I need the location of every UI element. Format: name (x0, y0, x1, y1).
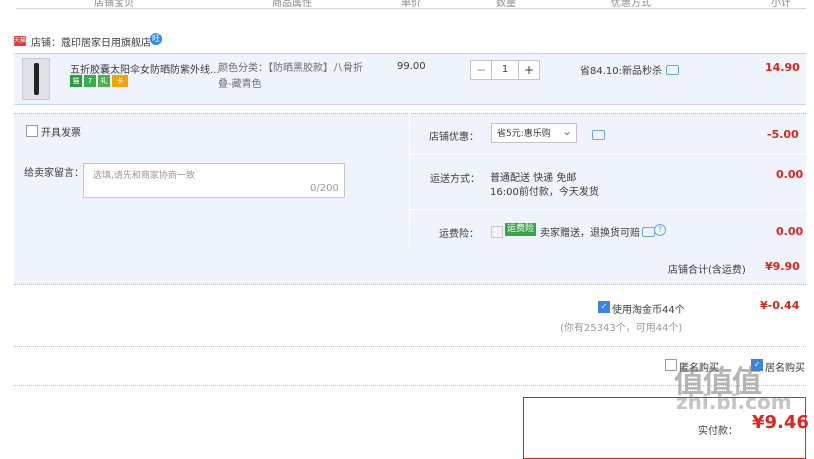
header-subtotal: 小计 (771, 0, 791, 9)
product-thumbnail[interactable] (22, 58, 50, 100)
quantity-stepper: − 1 + (470, 60, 540, 80)
shop-discount-select[interactable]: 省5元:惠乐购 (491, 121, 577, 143)
watermark-text: zhi.bi.com (676, 390, 792, 414)
header-discount: 优惠方式 (611, 0, 651, 9)
options-divider-h2 (410, 209, 806, 210)
shop-total-label: 店铺合计(含运费) (668, 265, 746, 276)
shipping-time: 16:00前付款，今天发货 (490, 187, 599, 198)
coins-value: ¥-0.44 (760, 299, 800, 312)
memo-placeholder: 选填,请先和商家协商一致 (93, 171, 195, 181)
memo-label: 给卖家留言： (24, 168, 84, 179)
item-discount: 省84.10:新品秒杀 (580, 62, 662, 77)
service-icons: 猫 7 礼 卡 (70, 75, 128, 87)
options-divider (409, 113, 410, 246)
invoice-label: 开具发票 (41, 128, 81, 139)
insurance-text: 卖家赠送，退换货可赔 (540, 228, 640, 239)
final-label: 实付款： (698, 426, 738, 437)
shop-discount-selected: 省5元:惠乐购 (497, 129, 551, 139)
header-attributes: 商品属性 (272, 0, 312, 9)
help-icon[interactable]: ? (654, 224, 666, 236)
attr-line-2: 叠-藏青色 (218, 79, 262, 90)
shop-discount-value: -5.00 (767, 128, 799, 141)
seven-day-icon: 7 (84, 75, 96, 87)
qty-input[interactable]: 1 (492, 60, 518, 80)
product-title-link[interactable]: 五折胶囊太阳伞女防晒防紫外线... (70, 61, 220, 76)
qty-plus-button[interactable]: + (518, 60, 540, 80)
card-icon: 卡 (112, 75, 128, 87)
header-shop-info: 店铺宝贝 (94, 0, 134, 9)
invoice-checkbox[interactable] (26, 125, 38, 137)
insurance-checkbox[interactable] (491, 226, 503, 238)
attr-line-1: 颜色分类：【防晒黑胶款】八骨折 (218, 63, 363, 74)
qty-minus-button[interactable]: − (470, 60, 492, 80)
insurance-value: 0.00 (776, 225, 804, 238)
unit-price: 99.00 (397, 61, 426, 72)
shop-name-link[interactable]: 店铺：蔻印居家日用旗舰店 (31, 34, 151, 49)
header-quantity: 数量 (496, 0, 516, 9)
product-attributes: 颜色分类：【防晒黑胶款】八骨折 叠-藏青色 (218, 61, 368, 93)
coins-note: (你有25343个，可用44个) (560, 323, 683, 334)
shop-discount-label: 店铺优惠： (429, 132, 479, 143)
shipping-value: 0.00 (776, 168, 804, 181)
use-coins-checkbox[interactable] (598, 301, 610, 313)
shop-total-value: ¥9.90 (765, 260, 800, 273)
shipping-method: 普通配送 快递 免邮 (490, 173, 577, 184)
final-value: ¥9.46 (752, 412, 809, 433)
coupon-chat-icon[interactable] (592, 130, 605, 140)
tmall-shop-tag-icon: 天猫 (14, 36, 27, 46)
item-subtotal: 14.90 (765, 61, 800, 74)
options-divider-h1 (410, 154, 806, 155)
header-unit-price: 单价 (401, 0, 421, 9)
shipping-label: 运送方式： (430, 174, 480, 185)
option2-label: 居名购买 (765, 363, 805, 374)
coins-label: 使用淘金币44个 (612, 305, 685, 316)
divider (14, 346, 806, 348)
memo-char-count: 0/200 (310, 183, 339, 194)
tmall-icon: 猫 (70, 75, 82, 87)
insurance-label: 运费险： (439, 229, 479, 240)
gift-icon: 礼 (98, 75, 110, 87)
wangwang-chat-icon[interactable]: 旺 (150, 33, 162, 45)
table-header: 店铺宝贝 商品属性 单价 数量 优惠方式 小计 (16, 0, 806, 9)
discount-text: 省84.10:新品秒杀 (580, 66, 662, 77)
discount-chat-icon[interactable] (666, 65, 679, 75)
insurance-badge: 运费险 (505, 223, 537, 236)
